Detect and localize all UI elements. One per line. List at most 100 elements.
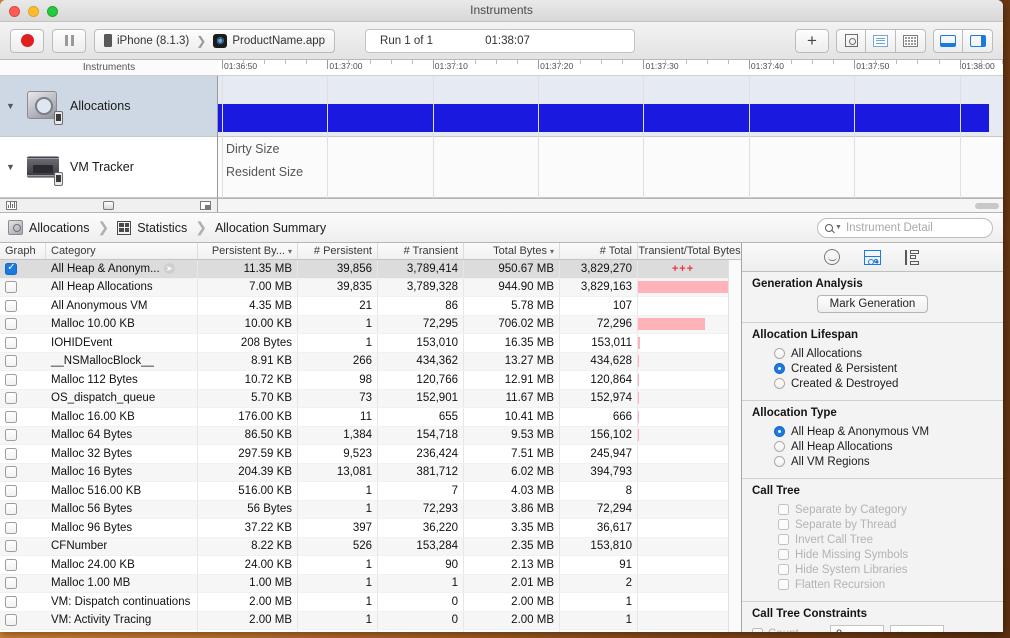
graph-checkbox[interactable] xyxy=(5,429,17,442)
timeline-ruler[interactable]: 01:36:50 01:37:00 01:37:10 01:37:20 01:37:30… xyxy=(218,60,1003,75)
count-min-input[interactable]: 0 xyxy=(830,625,884,632)
toggle-right-panel-button[interactable] xyxy=(963,28,993,53)
count-max-input[interactable]: ∞ xyxy=(890,625,944,632)
track-header-vm-tracker[interactable]: ▼ VM Tracker xyxy=(0,137,217,198)
call-tree-icon[interactable] xyxy=(905,249,921,265)
column-header-num_total[interactable]: # Total xyxy=(560,243,638,259)
gauge-icon[interactable] xyxy=(824,249,840,265)
graph-checkbox[interactable] xyxy=(5,466,17,479)
table-row[interactable]: Malloc 64 Bytes 86.50 KB 1,384 154,718 9.53 … xyxy=(0,426,728,445)
table-vertical-scrollbar[interactable] xyxy=(728,260,741,632)
chevron-down-icon[interactable]: ▼ xyxy=(835,224,842,231)
table-row[interactable]: __NSMallocBlock__ 8.91 KB 266 434,362 13.27 … xyxy=(0,352,728,371)
column-header-persistent_bytes[interactable]: Persistent By... ▾ xyxy=(198,243,298,259)
checkbox-flatten-recursion[interactable]: Flatten Recursion xyxy=(752,577,993,592)
track-snap-icon[interactable] xyxy=(200,201,211,210)
graph-checkbox[interactable] xyxy=(5,503,17,516)
track-zoom-icon[interactable] xyxy=(6,201,17,210)
table-row[interactable]: Malloc 10.00 KB 10.00 KB 1 72,295 706.02 MB 7… xyxy=(0,315,728,334)
horizontal-scrollbar[interactable] xyxy=(218,199,1003,212)
table-row[interactable]: CFNumber 8.22 KB 526 153,284 2.35 MB 153,810 xyxy=(0,537,728,556)
graph-checkbox[interactable] xyxy=(5,318,17,331)
breadcrumb-item-allocations[interactable]: Allocations xyxy=(8,220,95,235)
graph-checkbox[interactable] xyxy=(5,484,17,497)
graph-checkbox[interactable] xyxy=(5,614,17,627)
target-selector[interactable]: iPhone (8.1.3) ❯ ◉ ProductName.app xyxy=(94,28,336,53)
breadcrumb-item-allocation-summary[interactable]: Allocation Summary xyxy=(215,221,332,235)
checkbox-hide-system-libraries[interactable]: Hide System Libraries xyxy=(752,562,993,577)
table-row[interactable]: Malloc 96 Bytes 37.22 KB 397 36,220 3.35 MB 3… xyxy=(0,519,728,538)
graph-checkbox[interactable] xyxy=(5,262,17,275)
column-header-transient_total[interactable]: Transient/Total Bytes xyxy=(638,243,741,259)
track-header-allocations[interactable]: ▼ Allocations xyxy=(0,76,217,137)
graph-checkbox[interactable] xyxy=(5,299,17,312)
instruments-library-button[interactable] xyxy=(836,28,866,53)
column-header-num_persistent[interactable]: # Persistent xyxy=(298,243,378,259)
graph-checkbox[interactable] xyxy=(5,410,17,423)
table-row[interactable]: Malloc 516.00 KB 516.00 KB 1 7 4.03 MB 8 xyxy=(0,482,728,501)
table-row[interactable]: All Anonymous VM 4.35 MB 21 86 5.78 MB 107 xyxy=(0,297,728,316)
radio-icon-selected xyxy=(774,363,785,374)
radio-all-allocations[interactable]: All Allocations xyxy=(752,346,993,361)
graph-checkbox[interactable] xyxy=(5,595,17,608)
table-row[interactable]: Malloc 16.00 KB 176.00 KB 11 655 10.41 MB 666 xyxy=(0,408,728,427)
radio-created-destroyed[interactable]: Created & Destroyed xyxy=(752,376,993,391)
graph-checkbox[interactable] xyxy=(5,336,17,349)
table-body[interactable]: All Heap & Anonym...➤11.35 MB39,8563,789… xyxy=(0,260,728,632)
scrollbar-thumb[interactable] xyxy=(975,203,999,209)
checkbox-count[interactable]: Count xyxy=(752,628,824,632)
run-status-bar[interactable]: Run 1 of 1 01:38:07 xyxy=(365,28,636,53)
graph-checkbox[interactable] xyxy=(5,521,17,534)
record-button[interactable] xyxy=(10,28,44,53)
table-row[interactable]: VM: Dispatch continuations 2.00 MB 1 0 2.00 … xyxy=(0,593,728,612)
graph-checkbox[interactable] xyxy=(5,540,17,553)
disclosure-triangle-icon[interactable]: ▼ xyxy=(6,101,18,111)
column-header-graph[interactable]: Graph xyxy=(0,243,46,259)
table-row[interactable]: All Heap Allocations 7.00 MB 39,835 3,789,3… xyxy=(0,278,728,297)
graph-vm-tracker[interactable]: Dirty Size Resident Size xyxy=(218,137,1003,198)
instrument-detail-search[interactable]: ▼ Instrument Detail xyxy=(817,217,993,238)
table-row[interactable]: Malloc 32 Bytes 297.59 KB 9,523 236,424 7.51… xyxy=(0,445,728,464)
radio-all-vm-regions[interactable]: All VM Regions xyxy=(752,454,993,469)
checkbox-separate-by-thread[interactable]: Separate by Thread xyxy=(752,517,993,532)
table-row[interactable]: CUIBOMData4.92 KB1648965.19 KB64 xyxy=(0,630,728,632)
track-graphs[interactable]: Dirty Size Resident Size xyxy=(218,76,1003,198)
focus-arrow-icon[interactable]: ➤ xyxy=(163,263,175,275)
radio-all-heap-anonymous-vm[interactable]: All Heap & Anonymous VM xyxy=(752,424,993,439)
radio-created-persistent[interactable]: Created & Persistent xyxy=(752,361,993,376)
mark-generation-button[interactable]: Mark Generation xyxy=(816,295,929,313)
console-view-button[interactable] xyxy=(896,28,926,53)
table-row[interactable]: All Heap & Anonym...➤11.35 MB39,8563,789… xyxy=(0,260,728,279)
graph-checkbox[interactable] xyxy=(5,447,17,460)
graph-checkbox[interactable] xyxy=(5,558,17,571)
column-header-total_bytes[interactable]: Total Bytes ▾ xyxy=(464,243,560,259)
statistics-icon[interactable] xyxy=(864,249,881,265)
table-row[interactable]: Malloc 24.00 KB 24.00 KB 1 90 2.13 MB 91 xyxy=(0,556,728,575)
table-row[interactable]: Malloc 16 Bytes 204.39 KB 13,081 381,712 6.0… xyxy=(0,463,728,482)
table-row[interactable]: VM: Activity Tracing 2.00 MB 1 0 2.00 MB 1 xyxy=(0,611,728,630)
add-instrument-button[interactable]: + xyxy=(795,28,829,53)
column-header-category[interactable]: Category xyxy=(46,243,198,259)
graph-checkbox[interactable] xyxy=(5,577,17,590)
detail-view-button[interactable] xyxy=(866,28,896,53)
graph-checkbox[interactable] xyxy=(5,281,17,294)
table-row[interactable]: Malloc 1.00 MB 1.00 MB 1 1 2.01 MB 2 xyxy=(0,574,728,593)
checkbox-invert-call-tree[interactable]: Invert Call Tree xyxy=(752,532,993,547)
radio-all-heap-allocations[interactable]: All Heap Allocations xyxy=(752,439,993,454)
graph-checkbox[interactable] xyxy=(5,355,17,368)
disclosure-triangle-icon[interactable]: ▼ xyxy=(6,162,18,172)
table-row[interactable]: OS_dispatch_queue 5.70 KB 73 152,901 11.67 M… xyxy=(0,389,728,408)
column-header-num_transient[interactable]: # Transient xyxy=(378,243,464,259)
checkbox-hide-missing-symbols[interactable]: Hide Missing Symbols xyxy=(752,547,993,562)
track-height-icon[interactable] xyxy=(103,201,114,210)
table-row[interactable]: Malloc 56 Bytes 56 Bytes 1 72,293 3.86 MB 72,… xyxy=(0,500,728,519)
breadcrumb-item-statistics[interactable]: Statistics xyxy=(117,220,193,235)
toggle-bottom-panel-button[interactable] xyxy=(933,28,963,53)
graph-allocations[interactable] xyxy=(218,76,1003,137)
graph-checkbox[interactable] xyxy=(5,392,17,405)
checkbox-separate-by-category[interactable]: Separate by Category xyxy=(752,502,993,517)
graph-checkbox[interactable] xyxy=(5,373,17,386)
table-row[interactable]: IOHIDEvent 208 Bytes 1 153,010 16.35 MB 153,0… xyxy=(0,334,728,353)
pause-button[interactable] xyxy=(52,28,86,53)
table-row[interactable]: Malloc 112 Bytes 10.72 KB 98 120,766 12.91 M… xyxy=(0,371,728,390)
